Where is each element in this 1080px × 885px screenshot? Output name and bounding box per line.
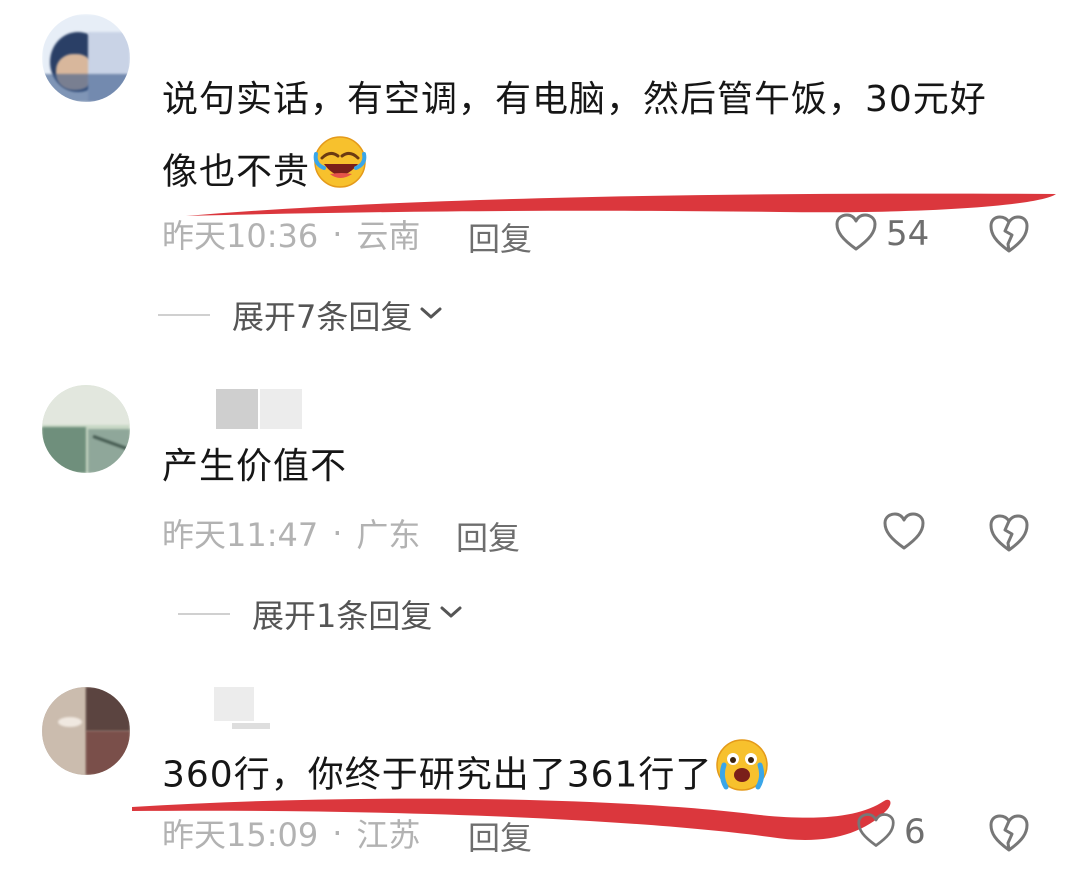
comment-text-line: 360行，你终于研究出了361行了 xyxy=(162,737,770,816)
dislike-button[interactable] xyxy=(988,214,1030,258)
divider-line xyxy=(178,613,230,615)
username xyxy=(216,389,302,429)
expand-replies-button[interactable]: 展开7条回复 xyxy=(158,292,444,338)
heart-icon xyxy=(856,811,896,853)
comment-location: 江苏 xyxy=(356,816,421,854)
comment-item: 360行，你终于研究出了361行了 昨天15:09 · 江苏 回复 6 xyxy=(0,675,1080,885)
comment-text: 360行，你终于研究出了361行了 xyxy=(162,737,770,816)
avatar[interactable] xyxy=(42,687,130,775)
like-button[interactable]: 54 xyxy=(834,212,929,256)
comment-text: 说句实话，有空调，有电脑，然后管午饭，30元好 像也不贵 xyxy=(162,66,987,213)
avatar[interactable] xyxy=(42,385,130,473)
comment-meta: 昨天11:47 · 广东 xyxy=(162,513,421,554)
like-count: 6 xyxy=(904,812,926,852)
like-button[interactable]: 6 xyxy=(856,811,926,853)
comment-time: 昨天10:36 xyxy=(162,217,319,255)
username xyxy=(214,687,270,729)
reply-button[interactable]: 回复 xyxy=(468,813,532,859)
separator-dot: · xyxy=(332,514,343,552)
laughing-face-icon xyxy=(312,134,368,213)
broken-heart-icon xyxy=(988,514,1030,557)
broken-heart-icon xyxy=(988,215,1030,258)
expand-replies-label: 展开7条回复 xyxy=(232,298,413,336)
separator-dot: · xyxy=(332,215,343,253)
comment-text-line: 像也不贵 xyxy=(162,134,987,213)
expand-replies-button[interactable]: 展开1条回复 xyxy=(178,591,464,637)
broken-heart-icon xyxy=(988,814,1030,857)
chevron-down-icon xyxy=(432,603,464,625)
reply-button[interactable]: 回复 xyxy=(456,513,520,559)
comment-text-line: 产生价值不 xyxy=(162,446,348,487)
comment-time: 昨天15:09 xyxy=(162,816,319,854)
comment-location: 云南 xyxy=(356,217,421,255)
expand-replies-label: 展开1条回复 xyxy=(252,597,433,635)
like-count: 54 xyxy=(886,214,930,254)
heart-icon xyxy=(834,212,878,256)
comment-item: 产生价值不 昨天11:47 · 广东 回复 展开1条回复 xyxy=(0,345,1080,675)
dislike-button[interactable] xyxy=(988,813,1030,857)
comment-text: 产生价值不 xyxy=(162,433,347,501)
comment-location: 广东 xyxy=(356,516,421,554)
comment-meta: 昨天15:09 · 江苏 xyxy=(162,813,421,854)
heart-icon xyxy=(882,511,926,555)
reply-button[interactable]: 回复 xyxy=(468,214,532,260)
comment-meta: 昨天10:36 · 云南 xyxy=(162,214,421,255)
avatar[interactable] xyxy=(42,14,130,102)
crying-laughing-face-icon xyxy=(714,737,770,816)
chevron-down-icon xyxy=(412,304,444,326)
comment-text-line: 说句实话，有空调，有电脑，然后管午饭，30元好 xyxy=(162,79,987,120)
comment-item: 说句实话，有空调，有电脑，然后管午饭，30元好 像也不贵 昨天10:36 · 云… xyxy=(0,0,1080,345)
like-button[interactable] xyxy=(882,511,926,555)
comment-time: 昨天11:47 xyxy=(162,516,319,554)
divider-line xyxy=(158,314,210,316)
dislike-button[interactable] xyxy=(988,513,1030,557)
separator-dot: · xyxy=(332,814,343,852)
